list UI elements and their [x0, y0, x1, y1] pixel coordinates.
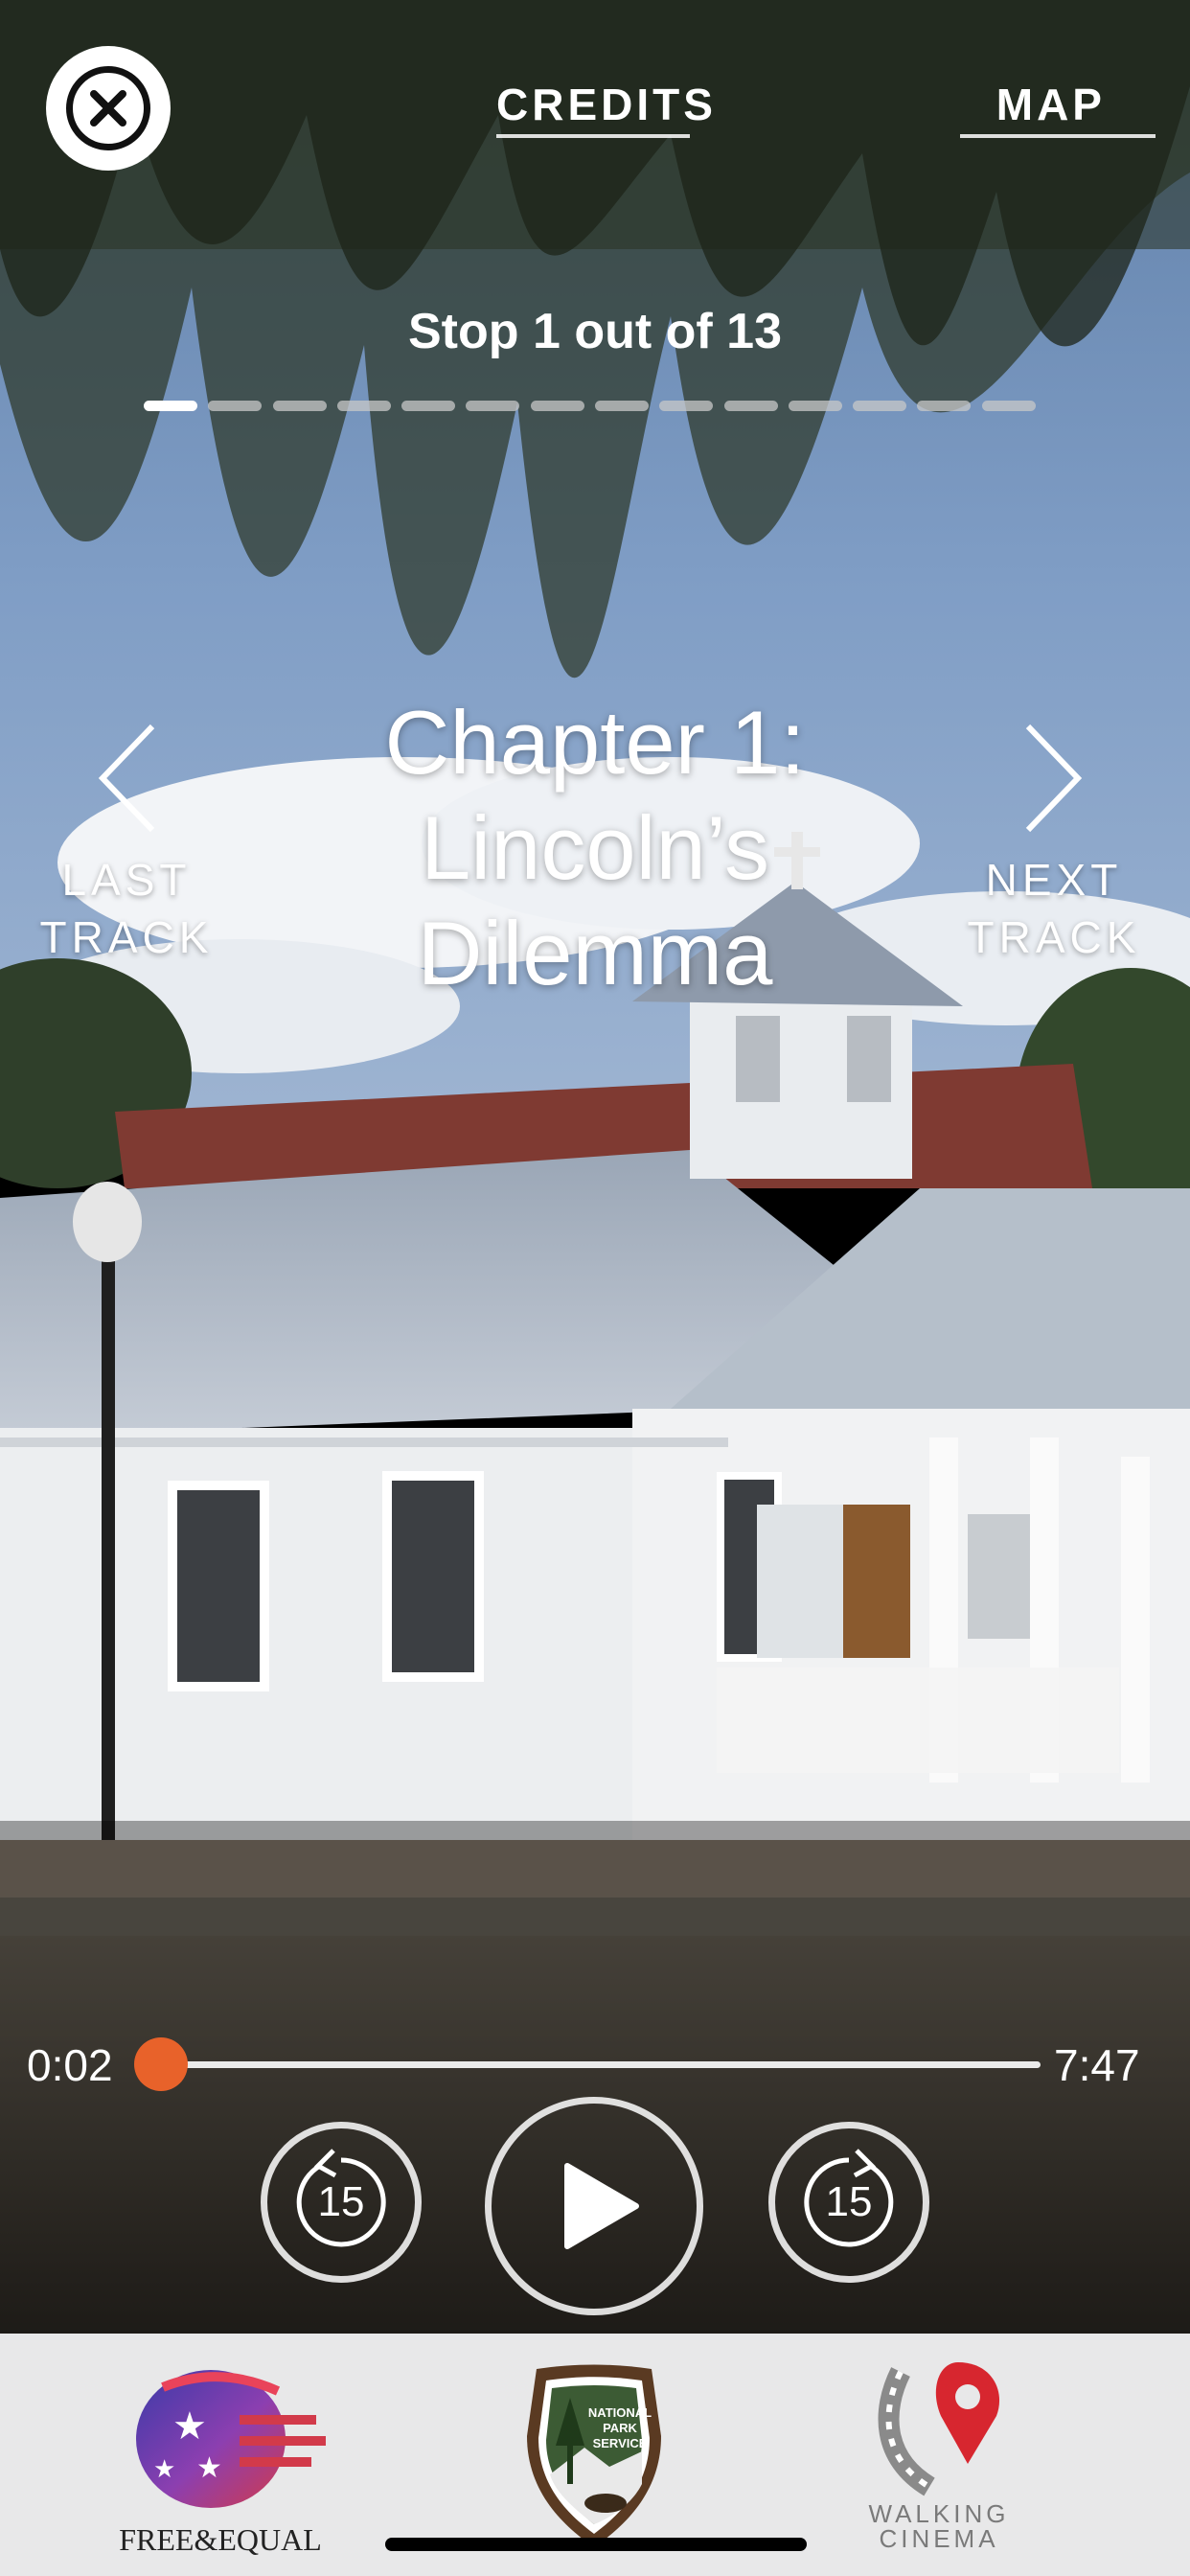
skip-forward-seconds: 15 — [825, 2178, 873, 2225]
stop-dot — [466, 401, 519, 411]
svg-text:★: ★ — [196, 2452, 222, 2484]
total-time: 7:47 — [1054, 2040, 1140, 2090]
seek-handle[interactable] — [134, 2037, 188, 2091]
stop-dot — [337, 401, 391, 411]
stop-dot — [659, 401, 713, 411]
free-and-equal-text: FREE&EQUAL — [119, 2522, 322, 2557]
stop-dot — [853, 401, 906, 411]
stop-counter: Stop 1 out of 13 — [408, 304, 782, 359]
chevron-right-icon — [1025, 724, 1083, 833]
walking-cinema-text: WALKING CINEMA — [868, 2499, 1010, 2553]
walking-cinema-logo[interactable]: WALKING CINEMA — [862, 2353, 1016, 2554]
map-link[interactable]: MAP — [960, 79, 1156, 138]
last-track-button[interactable]: LAST TRACK — [31, 721, 222, 966]
free-and-equal-emblem: ★ ★ ★ — [136, 2370, 326, 2508]
chapter-title-line: Dilemma — [417, 903, 773, 1003]
stop-dot — [401, 401, 455, 411]
free-and-equal-logo[interactable]: ★ ★ ★ FREE&EQUAL — [96, 2353, 345, 2557]
walking-cinema-icon — [878, 2362, 1000, 2496]
home-indicator[interactable] — [385, 2538, 807, 2551]
chapter-title-line: Lincoln’s — [420, 797, 770, 898]
last-track-label: LAST TRACK — [39, 855, 214, 962]
stop-dot — [789, 401, 842, 411]
play-button[interactable] — [485, 2097, 703, 2315]
skip-back-seconds: 15 — [317, 2178, 365, 2225]
stop-dot — [273, 401, 327, 411]
nps-arrowhead-icon — [527, 2364, 661, 2547]
skip-forward-15-button[interactable]: 15 — [768, 2122, 929, 2283]
nps-text: NATIONAL PARK SERVICE — [587, 2405, 652, 2450]
current-time: 0:02 — [27, 2040, 113, 2090]
close-icon — [66, 66, 150, 150]
stop-dot — [595, 401, 649, 411]
skip-back-15-button[interactable]: 15 — [261, 2122, 422, 2283]
next-track-button[interactable]: NEXT TRACK — [958, 721, 1150, 966]
svg-text:★: ★ — [153, 2454, 175, 2483]
svg-text:★: ★ — [172, 2405, 207, 2448]
play-icon — [564, 2163, 639, 2249]
stop-dot — [724, 401, 778, 411]
stop-dot — [917, 401, 971, 411]
stop-dot — [982, 401, 1036, 411]
stop-progress-indicator — [144, 401, 1046, 412]
stop-dot — [531, 401, 584, 411]
chapter-title-line: Chapter 1: — [384, 692, 806, 793]
national-park-service-logo[interactable]: NATIONAL PARK SERVICE — [517, 2359, 671, 2551]
chevron-left-icon — [98, 724, 155, 833]
seek-bar[interactable] — [161, 2061, 1041, 2068]
stop-dot — [144, 401, 197, 411]
next-track-label: NEXT TRACK — [967, 855, 1141, 962]
stop-dot — [208, 401, 262, 411]
chapter-title: Chapter 1: Lincoln’s Dilemma — [287, 690, 903, 1006]
close-button[interactable] — [46, 46, 171, 171]
credits-link[interactable]: CREDITS — [496, 79, 713, 138]
